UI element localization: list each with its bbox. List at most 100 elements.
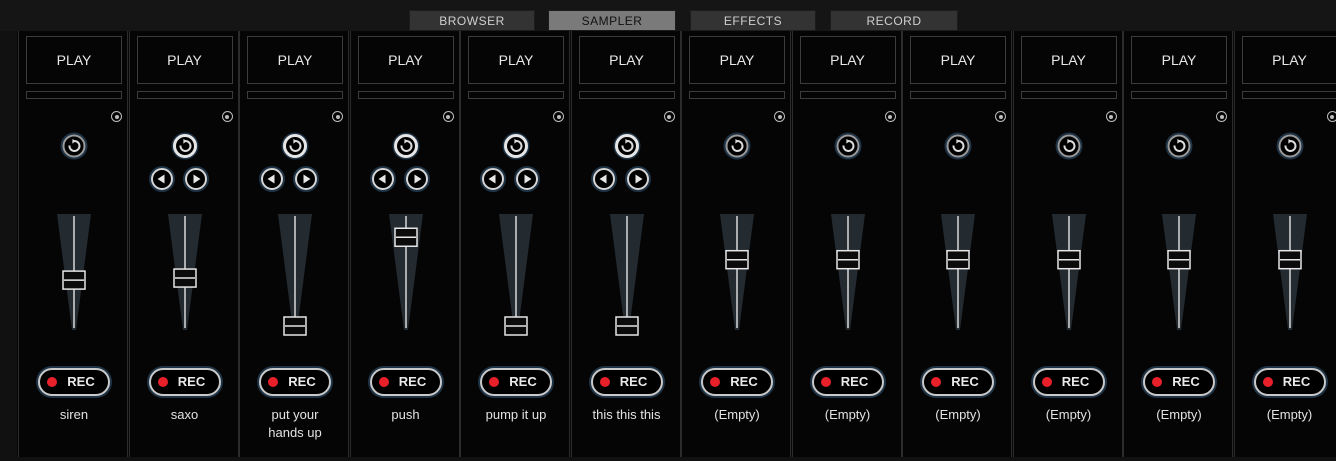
rec-label: REC <box>398 374 427 389</box>
slot-options-icon[interactable] <box>111 111 122 122</box>
loop-icon[interactable] <box>1276 132 1304 160</box>
sampler-slot: PLAY REC (Empty) <box>681 31 791 457</box>
play-button[interactable]: PLAY <box>247 36 343 84</box>
playback-progress-bar[interactable] <box>357 91 454 99</box>
tab-browser[interactable]: BROWSER <box>409 10 535 31</box>
tab-bar: BROWSER SAMPLER EFFECTS RECORD <box>0 0 1336 31</box>
rec-label: REC <box>619 374 648 389</box>
previous-arrow-icon[interactable] <box>148 166 175 192</box>
rec-button[interactable]: REC <box>480 368 552 396</box>
play-button[interactable]: PLAY <box>136 36 233 84</box>
play-button[interactable]: PLAY <box>468 36 564 84</box>
playback-progress-bar[interactable] <box>578 91 675 99</box>
volume-fader[interactable] <box>386 214 426 336</box>
rec-button[interactable]: REC <box>1143 368 1215 396</box>
rec-button[interactable]: REC <box>259 368 331 396</box>
volume-fader[interactable] <box>717 214 757 336</box>
slot-options-icon[interactable] <box>663 111 675 122</box>
tab-effects[interactable]: EFFECTS <box>690 10 816 31</box>
playback-progress-bar[interactable] <box>910 91 1006 99</box>
pitch-arrows <box>590 166 663 192</box>
play-button[interactable]: PLAY <box>1020 36 1117 84</box>
rec-button[interactable]: REC <box>38 368 110 396</box>
volume-fader[interactable] <box>1049 214 1089 336</box>
slot-options-icon[interactable] <box>221 111 233 122</box>
playback-progress-bar[interactable] <box>136 91 233 99</box>
slot-options-icon[interactable] <box>553 111 564 122</box>
volume-fader[interactable] <box>165 214 205 336</box>
volume-fader[interactable] <box>828 214 868 336</box>
playback-progress-bar[interactable] <box>1131 91 1227 99</box>
rec-button[interactable]: REC <box>811 368 884 396</box>
slot-options-icon[interactable] <box>332 111 343 122</box>
loop-icon[interactable] <box>392 132 420 160</box>
sampler-slot: PLAY REC (Empty) <box>902 31 1012 457</box>
playback-progress-bar[interactable] <box>26 91 122 99</box>
rec-button[interactable]: REC <box>590 368 663 396</box>
record-dot-icon <box>1152 377 1162 387</box>
next-arrow-icon[interactable] <box>514 166 540 192</box>
loop-icon[interactable] <box>723 132 751 160</box>
playback-progress-bar[interactable] <box>689 91 785 99</box>
next-arrow-icon[interactable] <box>293 166 319 192</box>
play-button[interactable]: PLAY <box>910 36 1006 84</box>
slot-options-icon[interactable] <box>442 111 454 122</box>
sample-name: (Empty) <box>824 407 871 422</box>
loop-icon[interactable] <box>1165 132 1193 160</box>
loop-icon[interactable] <box>944 132 972 160</box>
volume-fader[interactable] <box>496 214 536 336</box>
loop-icon[interactable] <box>834 132 862 160</box>
rec-button[interactable]: REC <box>148 368 221 396</box>
sample-name: (Empty) <box>714 407 760 422</box>
loop-icon[interactable] <box>60 132 88 160</box>
slot-options-icon[interactable] <box>884 111 896 122</box>
play-button[interactable]: PLAY <box>26 36 122 84</box>
play-button[interactable]: PLAY <box>799 36 896 84</box>
play-button[interactable]: PLAY <box>689 36 785 84</box>
volume-fader[interactable] <box>275 214 315 336</box>
play-button[interactable]: PLAY <box>1241 36 1336 84</box>
loop-icon[interactable] <box>613 132 641 160</box>
slot-options-icon[interactable] <box>1326 111 1336 122</box>
loop-icon[interactable] <box>502 132 530 160</box>
slot-options-icon[interactable] <box>1216 111 1227 122</box>
next-arrow-icon[interactable] <box>403 166 430 192</box>
loop-icon[interactable] <box>171 132 199 160</box>
playback-progress-bar[interactable] <box>468 91 564 99</box>
volume-fader[interactable] <box>607 214 647 336</box>
previous-arrow-icon[interactable] <box>590 166 617 192</box>
sampler-slot: PLAY REC (Empty) <box>1123 31 1233 457</box>
loop-icon[interactable] <box>281 132 309 160</box>
rec-button[interactable]: REC <box>1253 368 1326 396</box>
previous-arrow-icon[interactable] <box>259 166 285 192</box>
sampler-slot: PLAY REC this this this <box>570 31 681 457</box>
tab-sampler[interactable]: SAMPLER <box>548 10 676 31</box>
slot-options-icon[interactable] <box>995 111 1006 122</box>
tab-record[interactable]: RECORD <box>830 10 958 31</box>
rec-label: REC <box>1282 374 1311 389</box>
volume-fader[interactable] <box>1159 214 1199 336</box>
playback-progress-bar[interactable] <box>1020 91 1117 99</box>
play-button[interactable]: PLAY <box>578 36 675 84</box>
playback-progress-bar[interactable] <box>247 91 343 99</box>
previous-arrow-icon[interactable] <box>480 166 506 192</box>
next-arrow-icon[interactable] <box>624 166 651 192</box>
previous-arrow-icon[interactable] <box>369 166 396 192</box>
rec-button[interactable]: REC <box>701 368 773 396</box>
play-button[interactable]: PLAY <box>357 36 454 84</box>
loop-icon[interactable] <box>1055 132 1083 160</box>
sample-name: siren <box>59 407 89 422</box>
next-arrow-icon[interactable] <box>182 166 209 192</box>
rec-button[interactable]: REC <box>369 368 442 396</box>
rec-label: REC <box>1172 374 1200 389</box>
play-button[interactable]: PLAY <box>1131 36 1227 84</box>
slot-options-icon[interactable] <box>1105 111 1117 122</box>
playback-progress-bar[interactable] <box>1241 91 1336 99</box>
volume-fader[interactable] <box>54 214 94 336</box>
volume-fader[interactable] <box>1270 214 1310 336</box>
playback-progress-bar[interactable] <box>799 91 896 99</box>
rec-button[interactable]: REC <box>922 368 994 396</box>
slot-options-icon[interactable] <box>774 111 785 122</box>
volume-fader[interactable] <box>938 214 978 336</box>
rec-button[interactable]: REC <box>1032 368 1105 396</box>
